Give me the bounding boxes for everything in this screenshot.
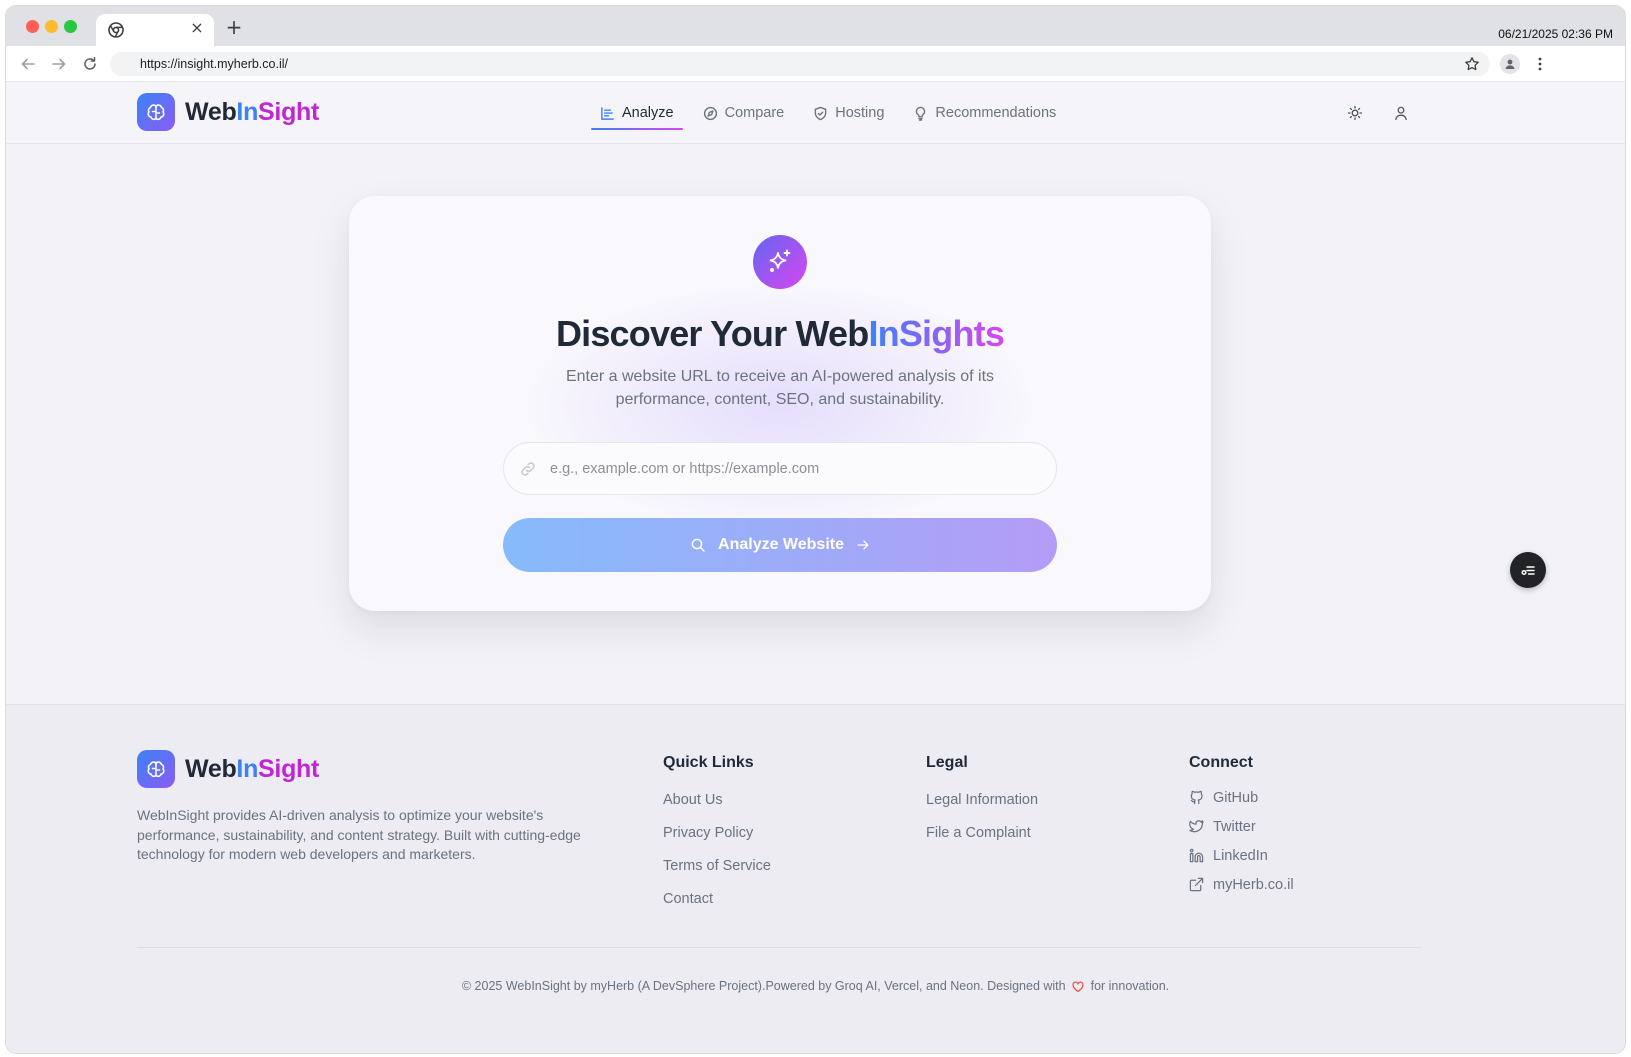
minimize-window-button[interactable]: [45, 20, 58, 33]
address-bar-url[interactable]: https://insight.myherb.co.il/: [140, 57, 288, 71]
url-input-container[interactable]: [503, 442, 1057, 495]
site-logo[interactable]: WebInSight: [137, 93, 319, 131]
close-window-button[interactable]: [26, 20, 39, 33]
reload-icon[interactable]: [80, 54, 100, 74]
hero-subtitle: Enter a website URL to receive an AI-pow…: [565, 368, 995, 408]
bookmark-star-icon[interactable]: [1462, 54, 1482, 74]
nav-compare[interactable]: Compare: [694, 82, 794, 144]
quick-links-column: Quick Links About Us Privacy Policy Term…: [663, 754, 771, 924]
legal-column: Legal Legal Information File a Complaint: [926, 754, 1038, 858]
kebab-menu-icon[interactable]: [1530, 54, 1550, 74]
analyze-website-label: Analyze Website: [718, 536, 844, 553]
analyze-card: Discover Your WebInSights Enter a websit…: [349, 196, 1211, 611]
chart-icon: [601, 106, 614, 120]
copyright-text: © 2025 WebInSight by myHerb (A DevSphere…: [6, 979, 1625, 993]
linkedin-label: LinkedIn: [1213, 847, 1268, 864]
linkedin-icon: [1189, 848, 1204, 863]
footer-link-twitter[interactable]: Twitter: [1189, 817, 1294, 836]
system-clock: 06/21/2025 02:36 PM: [1498, 27, 1613, 41]
user-icon[interactable]: [1391, 103, 1411, 123]
footer-link-legal-info[interactable]: Legal Information: [926, 792, 1038, 811]
lightbulb-icon: [916, 106, 926, 121]
footer-divider: [137, 947, 1421, 948]
logo-word-web: Web: [185, 97, 237, 126]
footer-description: WebInSight provides AI-driven analysis t…: [137, 807, 581, 862]
external-link-icon: [1189, 877, 1204, 892]
hero-title-gradient: InSights: [868, 313, 1005, 354]
copyright-text-end: for innovation.: [1090, 979, 1170, 993]
footer-link-linkedin[interactable]: LinkedIn: [1189, 846, 1294, 865]
nav-hosting-label: Hosting: [835, 105, 885, 121]
copyright-text-start: © 2025 WebInSight by myHerb (A DevSphere…: [461, 979, 1066, 993]
browser-toolbar: https://insight.myherb.co.il/: [6, 46, 1625, 82]
footer-logo[interactable]: WebInSight: [137, 750, 319, 788]
github-icon: [1190, 790, 1203, 805]
nav-recommendations[interactable]: Recommendations: [904, 82, 1065, 144]
hero-title: Discover Your WebInSights: [349, 313, 1211, 355]
footer-link-myherb[interactable]: myHerb.co.il: [1189, 875, 1294, 894]
legal-heading: Legal: [926, 754, 968, 771]
brain-icon: [137, 750, 175, 788]
arrow-right-icon: [857, 540, 869, 550]
connect-heading: Connect: [1189, 754, 1253, 771]
footer-logo-text: WebInSight: [185, 755, 319, 784]
hero-title-plain: Discover Your Web: [555, 313, 869, 354]
footer-link-contact[interactable]: Contact: [663, 891, 771, 910]
main-nav: Analyze Compare Hosting Recommendations: [591, 82, 1076, 144]
website-url-input[interactable]: [550, 457, 1030, 481]
close-tab-icon[interactable]: ×: [188, 19, 206, 37]
site-header: WebInSight Analyze Compare Hosting Recom…: [6, 82, 1625, 144]
logo-word-sight: Sight: [258, 97, 320, 126]
footer-link-privacy[interactable]: Privacy Policy: [663, 825, 771, 844]
twitter-icon: [1189, 820, 1204, 833]
back-arrow-icon[interactable]: [18, 54, 38, 74]
footer-link-terms[interactable]: Terms of Service: [663, 858, 771, 877]
nav-compare-label: Compare: [724, 105, 785, 121]
connect-column: Connect GitHub Twitter LinkedIn myHerb.c…: [1189, 754, 1294, 904]
nav-analyze[interactable]: Analyze: [591, 82, 683, 144]
myherb-label: myHerb.co.il: [1213, 876, 1294, 893]
floating-menu-button[interactable]: [1510, 552, 1546, 588]
nav-hosting[interactable]: Hosting: [804, 82, 893, 144]
forward-arrow-icon[interactable]: [49, 54, 69, 74]
compass-icon: [703, 106, 717, 120]
maximize-window-button[interactable]: [64, 20, 77, 33]
quick-links-heading: Quick Links: [663, 754, 754, 771]
nav-recommendations-label: Recommendations: [935, 105, 1057, 121]
nav-analyze-label: Analyze: [622, 105, 674, 121]
web-page: WebInSight Analyze Compare Hosting Recom…: [6, 82, 1625, 1053]
footer-link-github[interactable]: GitHub: [1189, 788, 1294, 807]
link-icon: [521, 462, 535, 476]
browser-tab-active[interactable]: ×: [96, 14, 214, 46]
search-icon: [691, 538, 705, 552]
profile-icon[interactable]: [1500, 54, 1520, 74]
new-tab-button[interactable]: +: [224, 17, 244, 37]
site-footer: WebInSight WebInSight provides AI-driven…: [6, 704, 1625, 1053]
github-label: GitHub: [1213, 789, 1259, 806]
browser-window: × + 06/21/2025 02:36 PM https://insight.…: [6, 6, 1625, 1053]
sparkles-icon: [753, 235, 807, 289]
footer-link-complaint[interactable]: File a Complaint: [926, 825, 1038, 844]
footer-link-about[interactable]: About Us: [663, 792, 771, 811]
address-bar[interactable]: https://insight.myherb.co.il/: [110, 52, 1490, 76]
chrome-icon: [108, 22, 124, 38]
sun-icon[interactable]: [1345, 103, 1365, 123]
tab-bar: × + 06/21/2025 02:36 PM: [6, 6, 1625, 46]
logo-word-web: Web: [185, 754, 237, 783]
heart-icon: [1072, 981, 1084, 992]
logo-word-in: In: [236, 754, 259, 783]
shield-icon: [814, 106, 827, 120]
brain-icon: [137, 93, 175, 131]
logo-word-in: In: [236, 97, 259, 126]
logo-word-sight: Sight: [258, 754, 320, 783]
twitter-label: Twitter: [1213, 818, 1256, 835]
analyze-website-button[interactable]: Analyze Website: [503, 518, 1057, 572]
site-logo-text: WebInSight: [185, 98, 319, 127]
list-settings-icon: [1521, 566, 1535, 576]
